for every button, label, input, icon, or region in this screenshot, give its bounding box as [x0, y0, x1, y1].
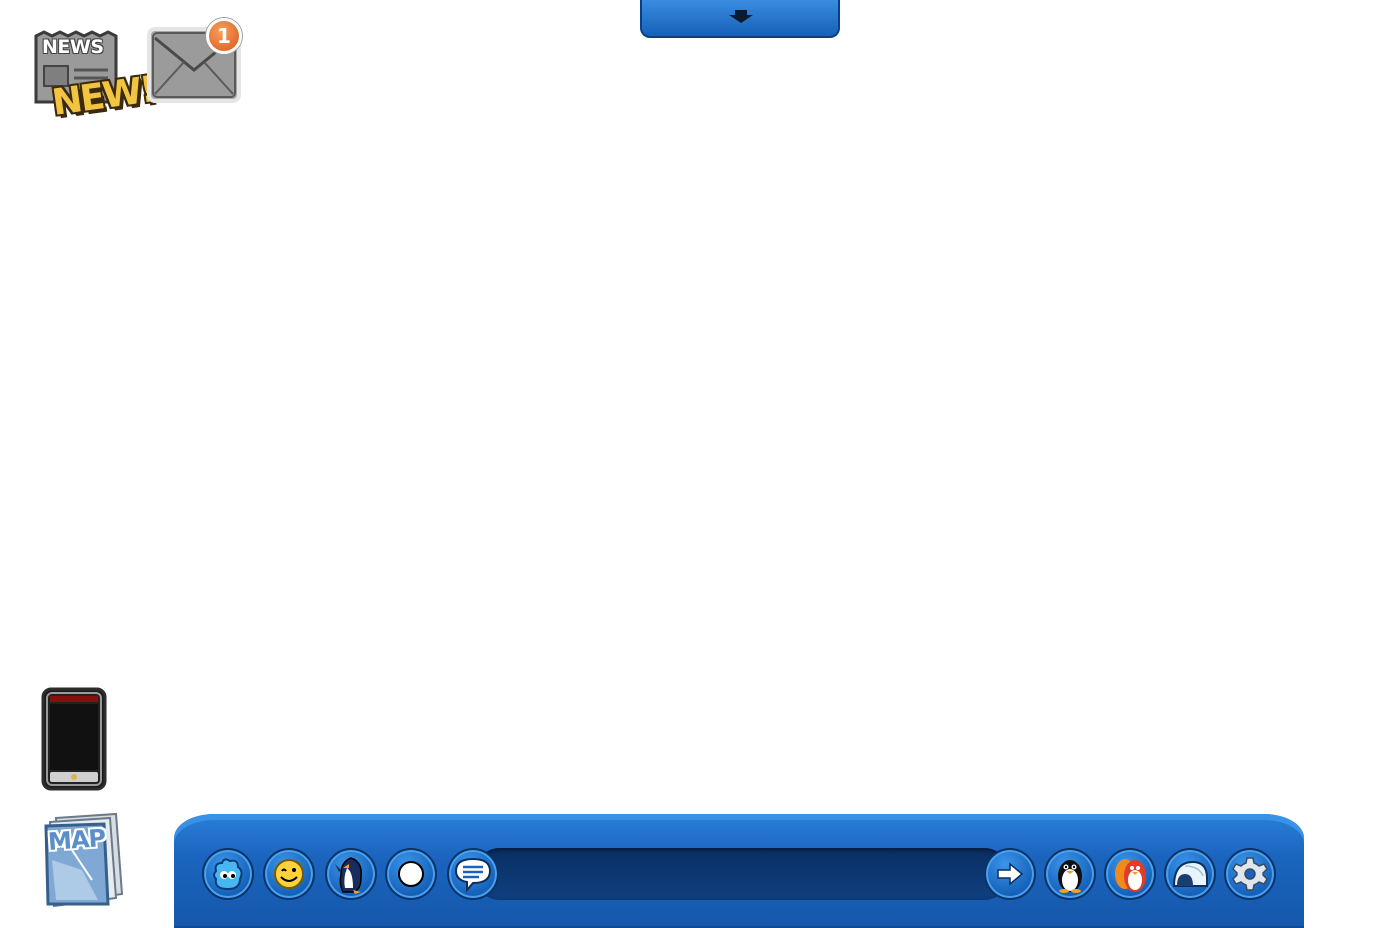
phone-icon	[41, 687, 107, 791]
penguin-wave-icon	[335, 857, 363, 894]
newspaper-header-text: NEWS	[42, 36, 104, 58]
top-dropdown-tab[interactable]	[640, 0, 840, 38]
safe-chat-button[interactable]	[447, 848, 499, 900]
map-label: MAP	[47, 824, 106, 856]
snowball-icon	[398, 861, 424, 887]
mail-button[interactable]: 1	[146, 18, 248, 104]
chat-input[interactable]	[504, 856, 978, 894]
buddies-icon	[1115, 859, 1146, 892]
buddies-button[interactable]	[1104, 848, 1156, 900]
igloo-icon	[1172, 860, 1208, 887]
puffle-icon	[213, 858, 243, 891]
arrow-down-icon	[729, 10, 753, 23]
map-button[interactable]: MAP	[42, 810, 126, 908]
settings-button[interactable]	[1224, 848, 1276, 900]
emote-button[interactable]	[263, 848, 315, 900]
igloo-button[interactable]	[1164, 848, 1216, 900]
gear-icon	[1232, 857, 1268, 891]
puffle-button[interactable]	[202, 848, 254, 900]
newspaper-button[interactable]: NEWS NEW!	[30, 28, 157, 124]
penguin-icon	[1058, 860, 1082, 893]
arrow-right-icon	[997, 862, 1024, 886]
mail-unread-badge: 1	[206, 18, 242, 54]
actions-button[interactable]	[325, 848, 377, 900]
snowball-button[interactable]	[385, 848, 437, 900]
send-button[interactable]	[984, 848, 1036, 900]
chat-bar	[474, 848, 1010, 900]
player-card-button[interactable]	[1044, 848, 1096, 900]
chat-bubble-icon	[454, 857, 492, 892]
emote-smiley-icon	[274, 859, 304, 889]
spy-phone-button[interactable]	[40, 686, 108, 792]
